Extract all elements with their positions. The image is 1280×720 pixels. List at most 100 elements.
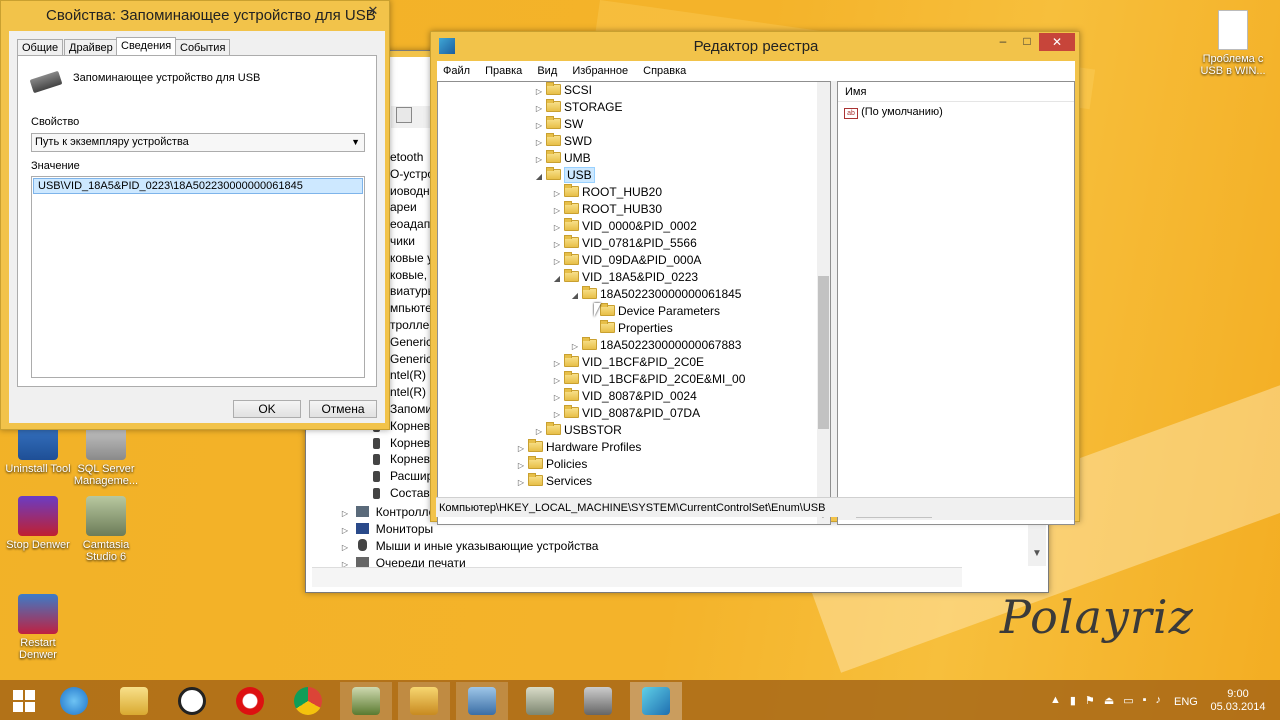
tree-key-device-parameters[interactable]: Device Parameters (588, 303, 720, 320)
expand-icon[interactable]: ▷ (340, 556, 350, 567)
column-header-name[interactable]: Имя (838, 82, 1074, 102)
expand-icon[interactable]: ▷ (534, 117, 544, 134)
tree-key-umb[interactable]: ▷ UMB (534, 150, 591, 167)
expand-icon[interactable]: ▷ (516, 474, 526, 491)
expand-icon[interactable]: ▷ (340, 539, 350, 556)
desktop-icon-stop-denwer[interactable]: Stop Denwer (0, 496, 76, 551)
value-item-selected[interactable]: USB\VID_18A5&PID_0223\18A502230000000061… (33, 178, 363, 194)
desktop-icon-camtasia[interactable]: Camtasia Studio 6 (68, 496, 144, 563)
tree-key-vid-18a5-pid-0223[interactable]: ◢ VID_18A5&PID_0223 (552, 269, 698, 286)
expand-icon[interactable]: ▷ (340, 522, 350, 539)
taskbar-ie[interactable] (48, 682, 100, 720)
collapse-icon[interactable]: ◢ (534, 168, 544, 185)
tab-driver[interactable]: Драйвер (64, 39, 118, 56)
network-icon[interactable]: ▮ (1070, 694, 1076, 708)
expand-icon[interactable]: ▷ (340, 505, 350, 522)
tree-key-swd[interactable]: ▷ SWD (534, 133, 592, 150)
property-select[interactable]: Путь к экземпляру устройства ▼ (31, 133, 365, 152)
menu-view[interactable]: Вид (537, 65, 557, 77)
tree-key-hardware-profiles[interactable]: ▷ Hardware Profiles (516, 439, 641, 456)
device-manager-row[interactable]: Generic (390, 351, 430, 368)
tree-key-vid-09da-pid-000a[interactable]: ▷ VID_09DA&PID_000A (552, 252, 701, 269)
desktop-icon-usb-problem[interactable]: Проблема с USB в WIN... (1192, 10, 1274, 77)
expand-icon[interactable]: ▷ (552, 202, 562, 219)
expand-icon[interactable]: ▷ (534, 83, 544, 100)
device-manager-row[interactable]: etooth (390, 149, 430, 166)
registry-tree[interactable]: ▷ SCSI ▷ STORAGE ▷ SW ▷ SWD ▷ UMB ◢ USB ▷ ROOT_HUB20 ▷… (437, 81, 831, 525)
minimize-button[interactable]: – (991, 34, 1015, 52)
clock[interactable]: 9:00 05.03.2014 (1206, 688, 1270, 714)
expand-icon[interactable]: ▷ (552, 406, 562, 423)
scroll-down-icon[interactable]: ▼ (1032, 548, 1042, 559)
tree-key-usb[interactable]: ◢ USB (534, 167, 595, 184)
tab-details[interactable]: Сведения (116, 37, 177, 56)
taskbar-app-2[interactable] (398, 682, 450, 720)
device-manager-row[interactable]: O-устро (390, 166, 430, 183)
tree-key-sw[interactable]: ▷ SW (534, 116, 583, 133)
taskbar-regedit[interactable] (630, 682, 682, 720)
tree-key-storage[interactable]: ▷ STORAGE (534, 99, 622, 116)
taskbar-opera[interactable] (224, 682, 276, 720)
expand-icon[interactable]: ▷ (570, 338, 580, 355)
regedit-window[interactable]: Редактор реестра – □ ✕ Файл Правка Вид И… (430, 31, 1080, 525)
tree-row-print-queues[interactable]: ▷ Очереди печати (340, 555, 466, 567)
menu-edit[interactable]: Правка (485, 65, 522, 77)
signal-icon[interactable]: ▪ (1143, 694, 1147, 708)
tree-key-18a502230000000061845[interactable]: ◢ 18A502230000000061845 (570, 286, 741, 303)
device-manager-row[interactable]: виатурь (390, 283, 430, 300)
expand-icon[interactable]: ▷ (552, 219, 562, 236)
device-manager-row[interactable]: Составн (390, 485, 430, 502)
expand-icon[interactable]: ▷ (552, 355, 562, 372)
taskbar-hp[interactable] (166, 682, 218, 720)
expand-icon[interactable]: ▷ (534, 134, 544, 151)
device-manager-row[interactable]: ntel(R) (390, 367, 430, 384)
device-manager-row[interactable]: ntel(R) (390, 384, 430, 401)
taskbar-app-4[interactable] (514, 682, 566, 720)
tree-key-vid-0000-pid-0002[interactable]: ▷ VID_0000&PID_0002 (552, 218, 697, 235)
expand-icon[interactable]: ▷ (516, 440, 526, 457)
tree-key-vid-0781-pid-5566[interactable]: ▷ VID_0781&PID_5566 (552, 235, 697, 252)
tree-key-usbstor[interactable]: ▷ USBSTOR (534, 422, 622, 439)
properties-dialog[interactable]: Свойства: Запоминающее устройство для US… (0, 0, 390, 430)
tree-key-18a502230000000067883[interactable]: ▷ 18A502230000000067883 (570, 337, 741, 354)
expand-icon[interactable]: ▷ (552, 253, 562, 270)
expand-icon[interactable]: ▷ (552, 389, 562, 406)
device-manager-row[interactable]: Расшир (390, 468, 430, 485)
tab-general[interactable]: Общие (17, 39, 64, 56)
tree-key-properties[interactable]: Properties (588, 320, 673, 337)
taskbar-app-5[interactable] (572, 682, 624, 720)
device-manager-row[interactable]: ареи (390, 199, 430, 216)
expand-icon[interactable]: ▷ (516, 457, 526, 474)
tree-key-scsi[interactable]: ▷ SCSI (534, 82, 592, 99)
expand-icon[interactable]: ▷ (552, 236, 562, 253)
language-indicator[interactable]: ENG (1174, 696, 1198, 708)
cancel-button[interactable]: Отмена (309, 400, 377, 418)
device-manager-row[interactable]: еоадап (390, 216, 430, 233)
expand-icon[interactable]: ▷ (534, 151, 544, 168)
menu-file[interactable]: Файл (443, 65, 470, 77)
device-manager-row[interactable]: иоводн (390, 183, 430, 200)
desktop-icon-sql-server[interactable]: SQL Server Manageme... (68, 420, 144, 487)
close-button[interactable]: ✕ (1039, 33, 1075, 51)
device-manager-row[interactable]: Корнев (390, 435, 430, 452)
device-manager-row[interactable]: Generic (390, 334, 430, 351)
toolbar-button[interactable] (396, 107, 412, 123)
device-manager-row[interactable]: мпьютер (390, 300, 430, 317)
values-pane[interactable]: Имя ab (По умолчанию) ◀ ▶ (837, 81, 1075, 525)
maximize-button[interactable]: □ (1015, 34, 1039, 52)
tree-key-policies[interactable]: ▷ Policies (516, 456, 587, 473)
close-button[interactable]: ✕ (361, 2, 385, 20)
value-row-default[interactable]: ab (По умолчанию) (838, 103, 1074, 121)
expand-icon[interactable]: ▷ (552, 185, 562, 202)
expand-icon[interactable]: ▷ (534, 423, 544, 440)
device-manager-row[interactable]: ковые, ! (390, 267, 430, 284)
tree-row-monitors[interactable]: ▷ Мониторы (340, 521, 433, 538)
taskbar-explorer[interactable] (108, 682, 160, 720)
tree-key-root-hub30[interactable]: ▷ ROOT_HUB30 (552, 201, 662, 218)
show-hidden-icon[interactable]: ▲ (1050, 694, 1061, 708)
device-manager-row[interactable]: Корнев (390, 418, 430, 435)
value-list[interactable]: USB\VID_18A5&PID_0223\18A502230000000061… (31, 176, 365, 378)
menu-help[interactable]: Справка (643, 65, 686, 77)
device-manager-row[interactable]: Запомин (390, 401, 430, 418)
tree-key-root-hub20[interactable]: ▷ ROOT_HUB20 (552, 184, 662, 201)
